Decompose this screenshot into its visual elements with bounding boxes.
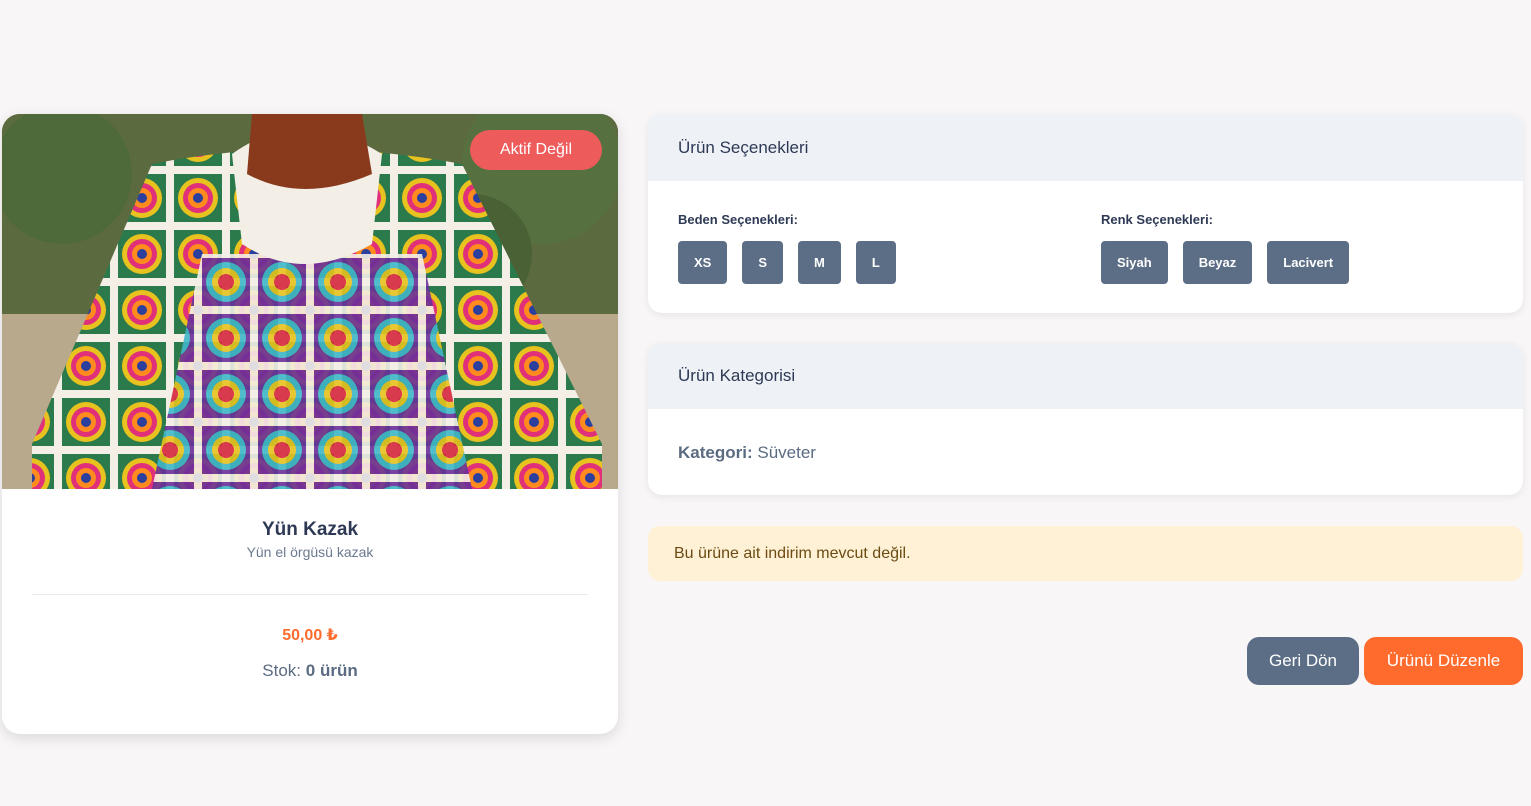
color-chip-lacivert[interactable]: Lacivert (1267, 241, 1350, 284)
color-options-label: Renk Seçenekleri: (1101, 212, 1214, 227)
size-chip-m[interactable]: M (798, 241, 841, 284)
size-chip-s[interactable]: S (742, 241, 784, 284)
product-card: Aktif Değil Yün Kazak Yün el örgüsü kaza… (2, 114, 618, 734)
back-button[interactable]: Geri Dön (1247, 637, 1359, 685)
card-divider (32, 594, 588, 595)
crochet-cardigan-photo (2, 114, 618, 489)
product-options-panel: Ürün Seçenekleri Beden Seçenekleri: XS S… (648, 114, 1523, 313)
color-chip-siyah[interactable]: Siyah (1101, 241, 1168, 284)
edit-product-button[interactable]: Ürünü Düzenle (1364, 637, 1523, 685)
category-label: Kategori: (678, 443, 753, 462)
size-options: Beden Seçenekleri: XS S M L (678, 212, 911, 284)
category-line: Kategori: Süveter (678, 443, 816, 463)
color-chip-beyaz[interactable]: Beyaz (1182, 241, 1253, 284)
product-description: Yün el örgüsü kazak (246, 544, 374, 560)
product-price: 50,00 ₺ (282, 627, 338, 644)
product-image: Aktif Değil (2, 114, 618, 489)
category-panel-title: Ürün Kategorisi (648, 343, 1523, 409)
product-name: Yün Kazak (261, 519, 359, 540)
stock-label: Stok: (262, 661, 302, 680)
product-category-panel: Ürün Kategorisi Kategori: Süveter (648, 343, 1523, 495)
status-badge: Aktif Değil (469, 130, 602, 170)
size-options-label: Beden Seçenekleri: (678, 212, 798, 227)
color-options: Renk Seçenekleri: Siyah Beyaz Lacivert (1101, 212, 1364, 284)
product-stock: Stok: 0 ürün (2, 661, 618, 681)
size-chip-l[interactable]: L (855, 241, 896, 284)
category-value: Süveter (757, 443, 816, 462)
discount-alert: Bu ürüne ait indirim mevcut değil. (648, 526, 1523, 581)
size-chip-xs[interactable]: XS (678, 241, 728, 284)
options-panel-title: Ürün Seçenekleri (648, 114, 1523, 181)
stock-value: 0 ürün (305, 661, 358, 680)
